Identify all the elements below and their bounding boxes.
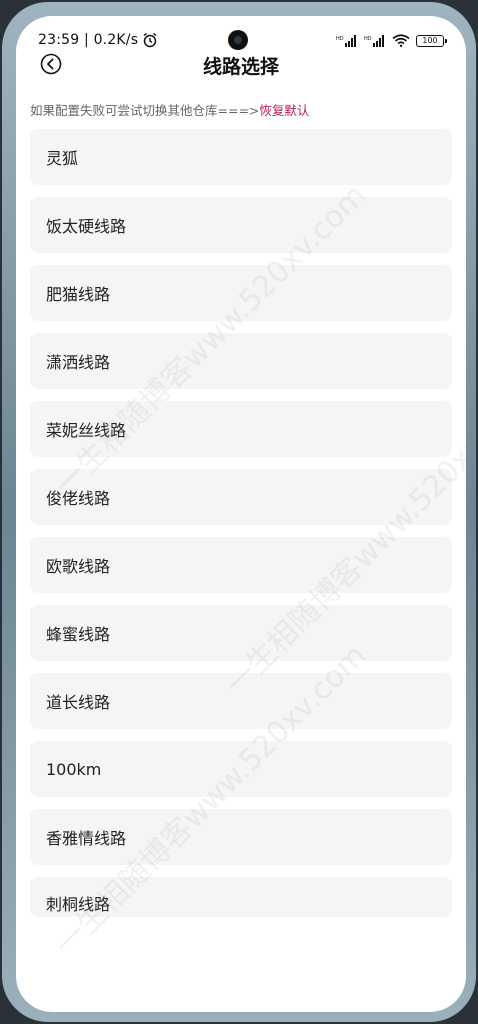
route-item-feimao[interactable]: 肥猫线路 xyxy=(30,265,452,321)
wifi-icon xyxy=(392,34,410,47)
route-item-citong[interactable]: 刺桐线路 xyxy=(30,877,452,917)
front-camera xyxy=(228,30,248,50)
route-item-cainisi[interactable]: 菜妮丝线路 xyxy=(30,401,452,457)
restore-default-link[interactable]: 恢复默认 xyxy=(259,103,309,118)
route-item-fantaiying[interactable]: 饭太硬线路 xyxy=(30,197,452,253)
route-item-100km[interactable]: 100km xyxy=(30,741,452,797)
svg-text:HD: HD xyxy=(364,36,372,42)
route-item-ouge[interactable]: 欧歌线路 xyxy=(30,537,452,593)
status-time: 23:59 | 0.2K/s xyxy=(38,32,139,48)
alarm-clock-icon xyxy=(143,32,157,48)
status-icons: HD HD 100 xyxy=(336,34,447,47)
route-item-xiaosa[interactable]: 潇洒线路 xyxy=(30,333,452,389)
route-item-fengmi[interactable]: 蜂蜜线路 xyxy=(30,605,452,661)
signal-icon: HD xyxy=(336,34,356,47)
route-item-junlao[interactable]: 俊佬线路 xyxy=(30,469,452,525)
battery-indicator: 100 xyxy=(416,34,447,47)
signal-icon-2: HD xyxy=(364,34,384,47)
route-list: 灵狐 饭太硬线路 肥猫线路 潇洒线路 菜妮丝线路 俊佬线路 欧歌线路 蜂蜜线路 … xyxy=(30,129,452,929)
route-item-linghu[interactable]: 灵狐 xyxy=(30,129,452,185)
hint-message: 如果配置失败可尝试切换其他仓库===> xyxy=(30,103,260,118)
svg-text:HD: HD xyxy=(336,36,344,42)
hint-text: 如果配置失败可尝试切换其他仓库===>恢复默认 xyxy=(30,100,309,119)
route-item-daozhang[interactable]: 道长线路 xyxy=(30,673,452,729)
device-frame: 23:59 | 0.2K/s HD HD 100 线路选择 如果配置失败可尝试切… xyxy=(2,2,476,1022)
route-item-xiangyaqing[interactable]: 香雅情线路 xyxy=(30,809,452,865)
header: 线路选择 xyxy=(16,48,466,84)
screen: 23:59 | 0.2K/s HD HD 100 线路选择 如果配置失败可尝试切… xyxy=(16,16,466,1012)
page-title: 线路选择 xyxy=(202,56,279,78)
